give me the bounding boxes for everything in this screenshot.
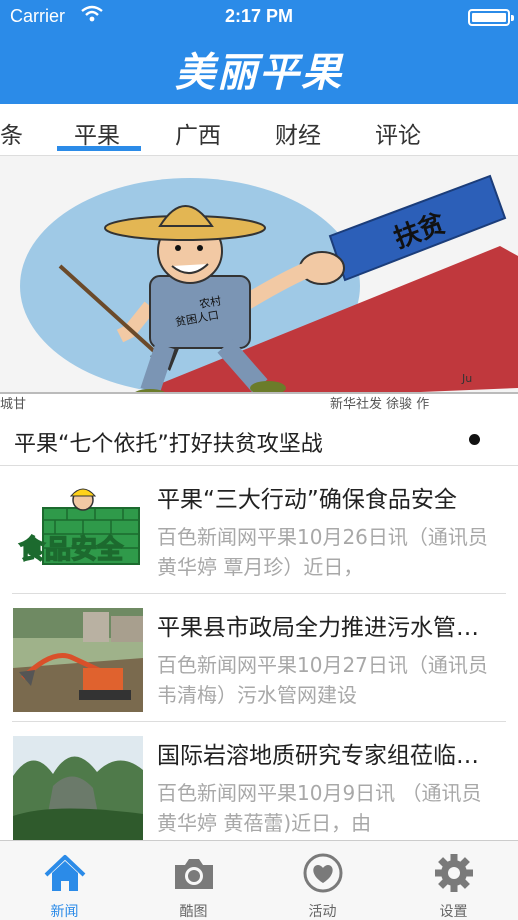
news-summary: 百色新闻网平果10月26日讯（通讯员 黄华婷 覃月珍）近日， bbox=[157, 525, 488, 579]
app-logo: 美丽平果 bbox=[175, 49, 343, 96]
excavator-thumbnail bbox=[13, 608, 143, 712]
news-summary: 百色新闻网平果10月9日讯 （通讯员 黄华婷 黄蓓蕾)近日，由 bbox=[157, 781, 482, 835]
tab-news-label: 新闻 bbox=[50, 904, 79, 920]
food-safety-thumbnail: 食品安全 bbox=[13, 480, 143, 584]
gear-icon bbox=[435, 854, 473, 892]
banner-caption[interactable]: 平果“七个依托”打好扶贫攻坚战 bbox=[0, 414, 518, 466]
tab-settings[interactable]: 设置 bbox=[389, 841, 518, 920]
camera-icon bbox=[175, 859, 213, 889]
tab-guangxi[interactable]: 广西 bbox=[175, 116, 221, 150]
carousel-page-indicator[interactable] bbox=[469, 434, 480, 445]
banner-image[interactable]: 扶贫 农村 贫困人口 Ju 城甘 新华社发 徐骏 作 bbox=[0, 156, 518, 414]
tab-finance[interactable]: 财经 bbox=[275, 116, 321, 150]
home-icon bbox=[44, 855, 86, 891]
tab-comment[interactable]: 评论 bbox=[375, 116, 421, 150]
tab-settings-label: 设置 bbox=[439, 904, 468, 920]
tab-news[interactable]: 新闻 bbox=[0, 841, 129, 920]
bottom-tab-bar: 新闻 酷图 活动 设置 bbox=[0, 840, 518, 920]
tab-pingguo[interactable]: 平果 bbox=[74, 116, 120, 150]
status-bar: Carrier 2:17 PM bbox=[0, 0, 518, 34]
heart-icon bbox=[303, 853, 343, 893]
news-title[interactable]: 国际岩溶地质研究专家组莅临平果 bbox=[157, 736, 497, 770]
karst-landscape-thumbnail bbox=[13, 736, 143, 840]
news-list-item[interactable]: 食品安全 平果“三大行动”确保食品安全 百色新闻网平果10月26日讯（通讯员 黄… bbox=[0, 466, 518, 594]
tab-events-label: 活动 bbox=[308, 904, 337, 920]
tab-photos[interactable]: 酷图 bbox=[129, 841, 258, 920]
news-title[interactable]: 平果“三大行动”确保食品安全 bbox=[157, 480, 497, 514]
banner-title[interactable]: 平果“七个依托”打好扶贫攻坚战 bbox=[14, 426, 323, 458]
thumb-food-safety-text: 食品安全 bbox=[19, 534, 124, 565]
tab-photos-label: 酷图 bbox=[179, 904, 208, 920]
active-tab-indicator bbox=[57, 146, 141, 151]
news-list-item[interactable]: 平果县市政局全力推进污水管网建设 百色新闻网平果10月27日讯（通讯员 韦清梅）… bbox=[0, 594, 518, 722]
artist-signature: Ju bbox=[461, 372, 472, 385]
news-summary: 百色新闻网平果10月27日讯（通讯员 韦清梅）污水管网建设 bbox=[157, 653, 488, 707]
tab-headlines[interactable]: 条 bbox=[0, 116, 23, 150]
tab-events[interactable]: 活动 bbox=[258, 841, 387, 920]
banner-credit-left: 城甘 bbox=[0, 397, 26, 412]
app-header: Carrier 2:17 PM 美丽平果 bbox=[0, 0, 518, 104]
news-title[interactable]: 平果县市政局全力推进污水管网建设 bbox=[157, 608, 497, 642]
news-list-item[interactable]: 国际岩溶地质研究专家组莅临平果 百色新闻网平果10月9日讯 （通讯员 黄华婷 黄… bbox=[0, 722, 518, 850]
status-time: 2:17 PM bbox=[224, 6, 294, 26]
battery-icon bbox=[468, 9, 514, 26]
banner-credit: 新华社发 徐骏 作 bbox=[330, 396, 429, 412]
